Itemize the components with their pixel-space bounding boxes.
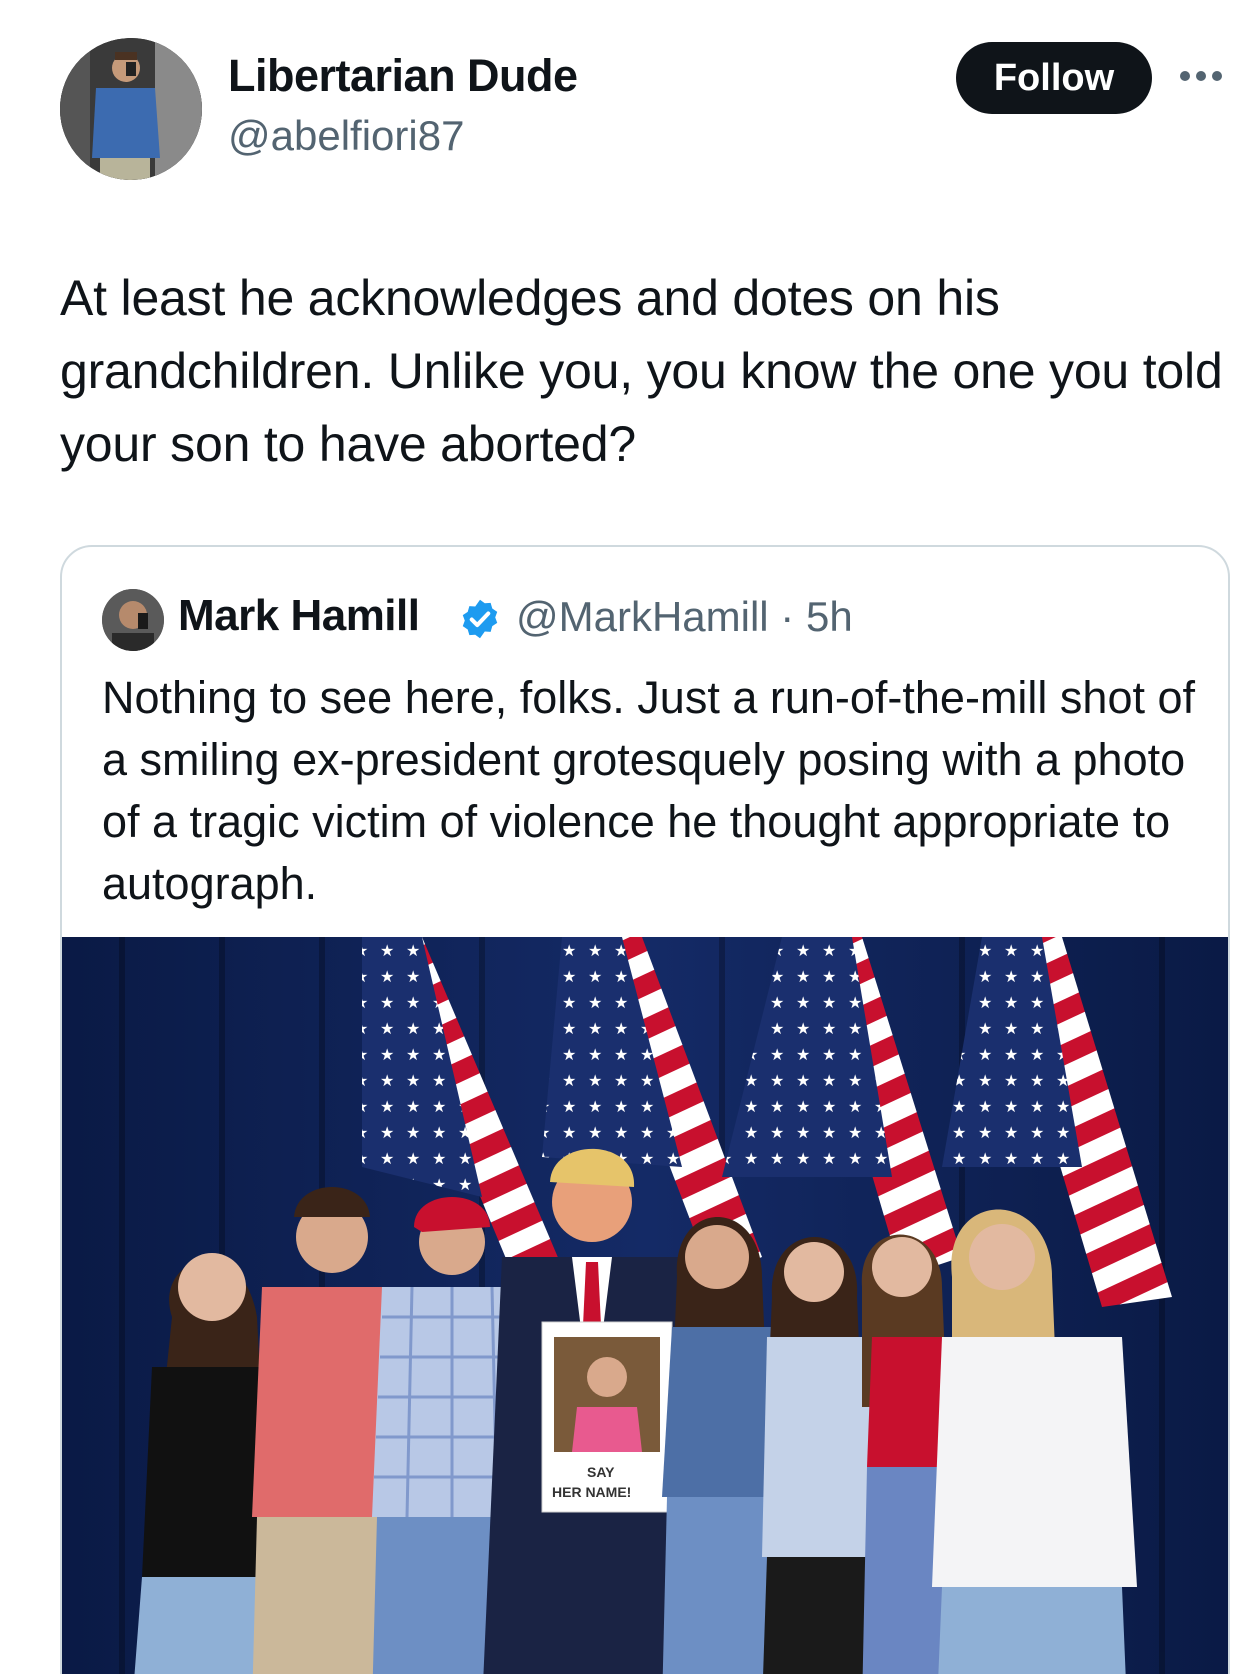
more-horizontal-icon[interactable]: [1180, 66, 1226, 86]
author-avatar[interactable]: [60, 38, 202, 180]
quoted-tweet-photo[interactable]: ★: [62, 937, 1228, 1674]
author-name[interactable]: Libertarian Dude: [228, 50, 578, 102]
follow-button[interactable]: Follow: [956, 42, 1152, 114]
tweet-text: At least he acknowledges and dotes on hi…: [60, 270, 1223, 472]
quoted-tweet-card[interactable]: Mark Hamill @MarkHamill · 5h Nothing to …: [60, 545, 1230, 1674]
quoted-author-name[interactable]: Mark Hamill: [178, 591, 420, 641]
author-handle[interactable]: @abelfiori87: [228, 112, 464, 160]
autographed-sign: SAY HER NAME!: [541, 1321, 673, 1513]
quoted-author-avatar[interactable]: [102, 589, 164, 651]
verified-badge-icon: [462, 599, 498, 639]
quoted-tweet-text: Nothing to see here, folks. Just a run-o…: [102, 672, 1196, 909]
sign-text-2: HER NAME!: [552, 1484, 631, 1500]
sign-text-1: SAY: [587, 1464, 615, 1480]
quoted-author-handle-time[interactable]: @MarkHamill · 5h: [516, 593, 853, 641]
